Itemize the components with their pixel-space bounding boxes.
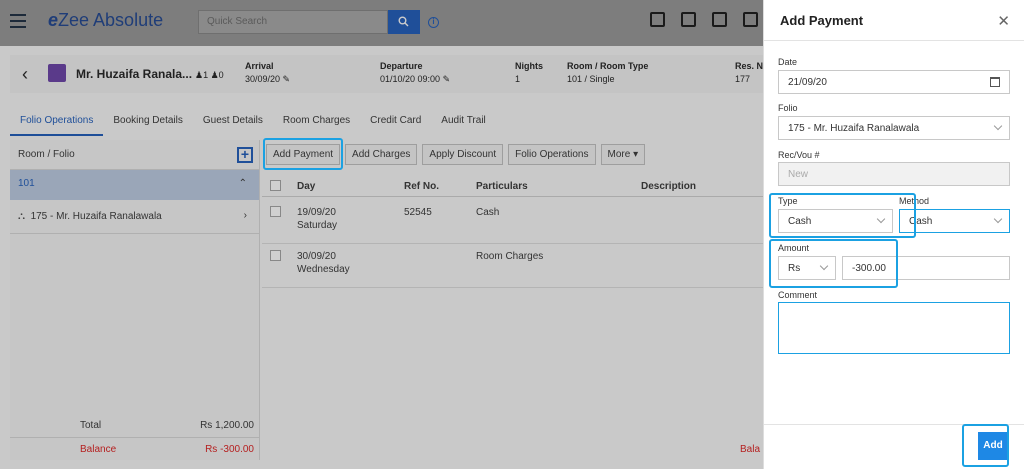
row-checkbox[interactable] [270,206,281,217]
balance-row: Balance Rs -300.00 [10,437,260,461]
room-icon [48,64,66,82]
balance-partial: Bala [740,444,761,455]
chevron-right-icon: › [243,210,247,221]
grid-header: Day Ref No. Particulars Description [262,175,770,197]
back-icon[interactable]: ‹ [22,64,28,85]
select-all-checkbox[interactable] [270,180,281,191]
room-item[interactable]: 101 ⌃ [10,170,259,200]
nights-field: Nights 1 [515,61,543,84]
folio-item[interactable]: ⛬ 175 - Mr. Huzaifa Ranalawala › [10,200,259,234]
folio-label: Folio [778,103,798,113]
col-particulars: Particulars [476,181,528,192]
apply-discount-button[interactable]: Apply Discount [422,144,504,165]
arrival-field: Arrival 30/09/20 ✎ [245,61,291,84]
tab-audit-trail[interactable]: Audit Trail [431,106,495,136]
more-button[interactable]: More ▾ [600,144,646,165]
add-folio-icon[interactable]: + [237,147,253,163]
comment-label: Comment [778,290,818,300]
departure-field: Departure 01/10/20 09:00 ✎ [380,61,451,84]
row-checkbox[interactable] [270,250,281,261]
room-folio-panel: Room / Folio + 101 ⌃ ⛬ 175 - Mr. Huzaifa R… [10,140,260,460]
search-button[interactable] [388,10,420,34]
recvou-field: New [778,162,1010,186]
table-row[interactable]: 30/09/20 Wednesday Room Charges [262,244,770,288]
quick-search-input[interactable]: Quick Search [198,10,388,34]
calendar-add-icon[interactable] [650,12,665,27]
chevron-down-icon [993,214,1003,224]
tab-credit-card[interactable]: Credit Card [360,106,431,136]
divider [764,40,1024,41]
pax-count: ♟1 ♟0 [195,70,224,80]
comment-field[interactable] [778,302,1010,354]
date-label: Date [778,57,798,67]
folio-operations-button[interactable]: Folio Operations [508,144,596,165]
highlight-add-payment [263,138,343,170]
search-icon [398,16,409,27]
recvou-label: Rec/Vou # [778,150,820,160]
res-no-field: Res. N 177 [735,61,764,84]
info-icon[interactable]: i [428,17,439,28]
calendar-icon[interactable] [681,12,696,27]
date-field[interactable]: 21/09/20 [778,70,1010,94]
tab-guest-details[interactable]: Guest Details [193,106,273,136]
guest-name: Mr. Huzaifa Ranala... [76,67,193,81]
highlight-amount [769,239,898,288]
tab-bar: Folio Operations Booking Details Guest D… [10,106,496,136]
tab-folio-operations[interactable]: Folio Operations [10,106,104,136]
room-folio-header: Room / Folio + [10,140,259,170]
calendar-grid-icon[interactable] [712,12,727,27]
chevron-down-icon [993,121,1003,131]
modal-title: Add Payment [780,13,864,28]
chevron-up-icon: ⌃ [238,178,247,189]
top-icon-bar [650,12,758,27]
total-row: Total Rs 1,200.00 [80,420,254,431]
col-day: Day [297,181,316,192]
close-icon[interactable]: ✕ [997,12,1010,30]
app-logo: eZee Absolute [48,10,164,30]
tab-booking-details[interactable]: Booking Details [103,106,192,136]
table-row[interactable]: 19/09/20 Saturday 52545 Cash [262,200,770,244]
calendar-icon[interactable] [990,77,1000,87]
highlight-type-method [769,193,916,238]
room-type-field: Room / Room Type 101 / Single [567,61,649,84]
col-description: Description [641,181,697,192]
calendar-doc-icon[interactable] [743,12,758,27]
menu-icon[interactable] [10,14,26,28]
col-ref: Ref No. [404,181,439,192]
highlight-add [962,424,1009,467]
tab-room-charges[interactable]: Room Charges [273,106,360,136]
totals: Total Rs 1,200.00 Balance Rs -300.00 [10,416,260,461]
add-charges-button[interactable]: Add Charges [345,144,418,165]
folio-select[interactable]: 175 - Mr. Huzaifa Ranalawala [778,116,1010,140]
